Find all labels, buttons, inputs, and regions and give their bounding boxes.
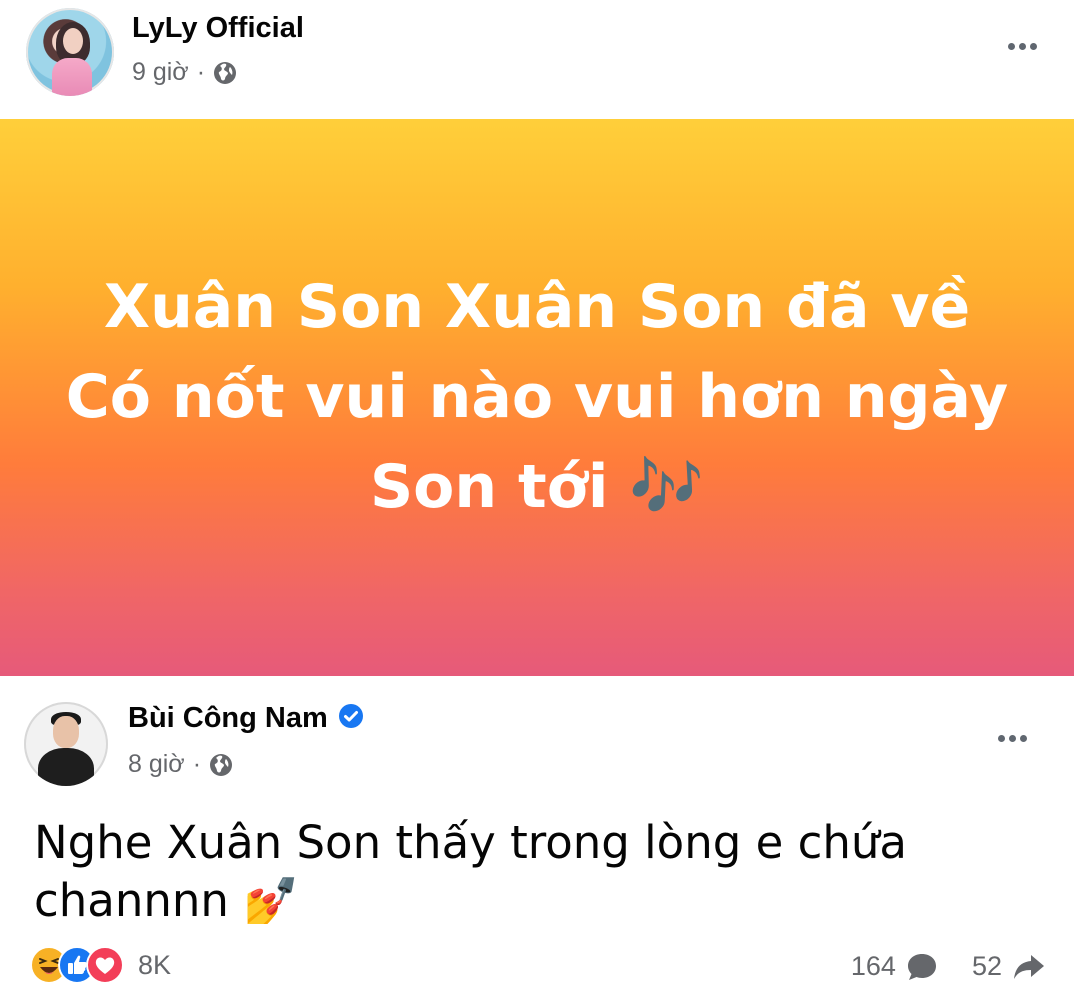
comments-count[interactable]: 164 [851, 951, 896, 982]
globe-icon [210, 753, 233, 776]
avatar-bui-cong-nam[interactable] [24, 702, 108, 786]
love-reaction-icon [86, 946, 124, 984]
post-header: LyLy Official 9 giờ · [0, 0, 1074, 110]
verified-badge-icon [338, 704, 363, 729]
post-text-line-2: channnn 💅 [34, 874, 300, 927]
avatar-body [38, 748, 94, 786]
avatar-face [63, 28, 83, 54]
post-meta: 8 giờ · [128, 750, 233, 779]
post-meta: 9 giờ · [132, 58, 237, 87]
engagement-stats: 164 52 [851, 951, 1046, 982]
author-name: Bùi Công Nam [128, 702, 364, 735]
banner-text: Xuân Son Xuân Son đã về Có nốt vui nào v… [60, 262, 1014, 532]
banner-line-1: Xuân Son Xuân Son đã về [103, 272, 971, 342]
avatar-face [53, 716, 79, 748]
reactions-summary[interactable]: 8K [30, 946, 171, 984]
shares-count[interactable]: 52 [972, 951, 1002, 982]
author-name-text[interactable]: Bùi Công Nam [128, 702, 328, 734]
meta-separator: · [192, 750, 202, 778]
more-options-icon[interactable] [1000, 36, 1044, 56]
post-text-line-1: Nghe Xuân Son thấy trong lòng e chứa [34, 816, 907, 869]
avatar-lyly[interactable] [26, 8, 114, 96]
comment-icon[interactable] [906, 952, 938, 982]
text-banner: Xuân Son Xuân Son đã về Có nốt vui nào v… [0, 119, 1074, 676]
banner-line-3: Son tới 🎶 [369, 452, 705, 522]
post-text: Nghe Xuân Son thấy trong lòng e chứa cha… [34, 814, 907, 930]
meta-separator: · [196, 58, 206, 86]
post-time[interactable]: 9 giờ [132, 58, 189, 87]
author-name[interactable]: LyLy Official [132, 12, 304, 45]
avatar-dress [52, 58, 92, 96]
post-bui-cong-nam: Bùi Công Nam 8 giờ · Nghe Xuân Son thấy … [0, 676, 1074, 1000]
share-icon[interactable] [1012, 952, 1046, 982]
globe-icon [214, 61, 237, 84]
post-time[interactable]: 8 giờ [128, 750, 185, 779]
more-options-icon[interactable] [990, 728, 1034, 748]
reactions-count[interactable]: 8K [138, 950, 171, 981]
banner-line-2: Có nốt vui nào vui hơn ngày [65, 362, 1009, 432]
post-lyly: LyLy Official 9 giờ · Xuân Son Xuân Son … [0, 0, 1074, 676]
